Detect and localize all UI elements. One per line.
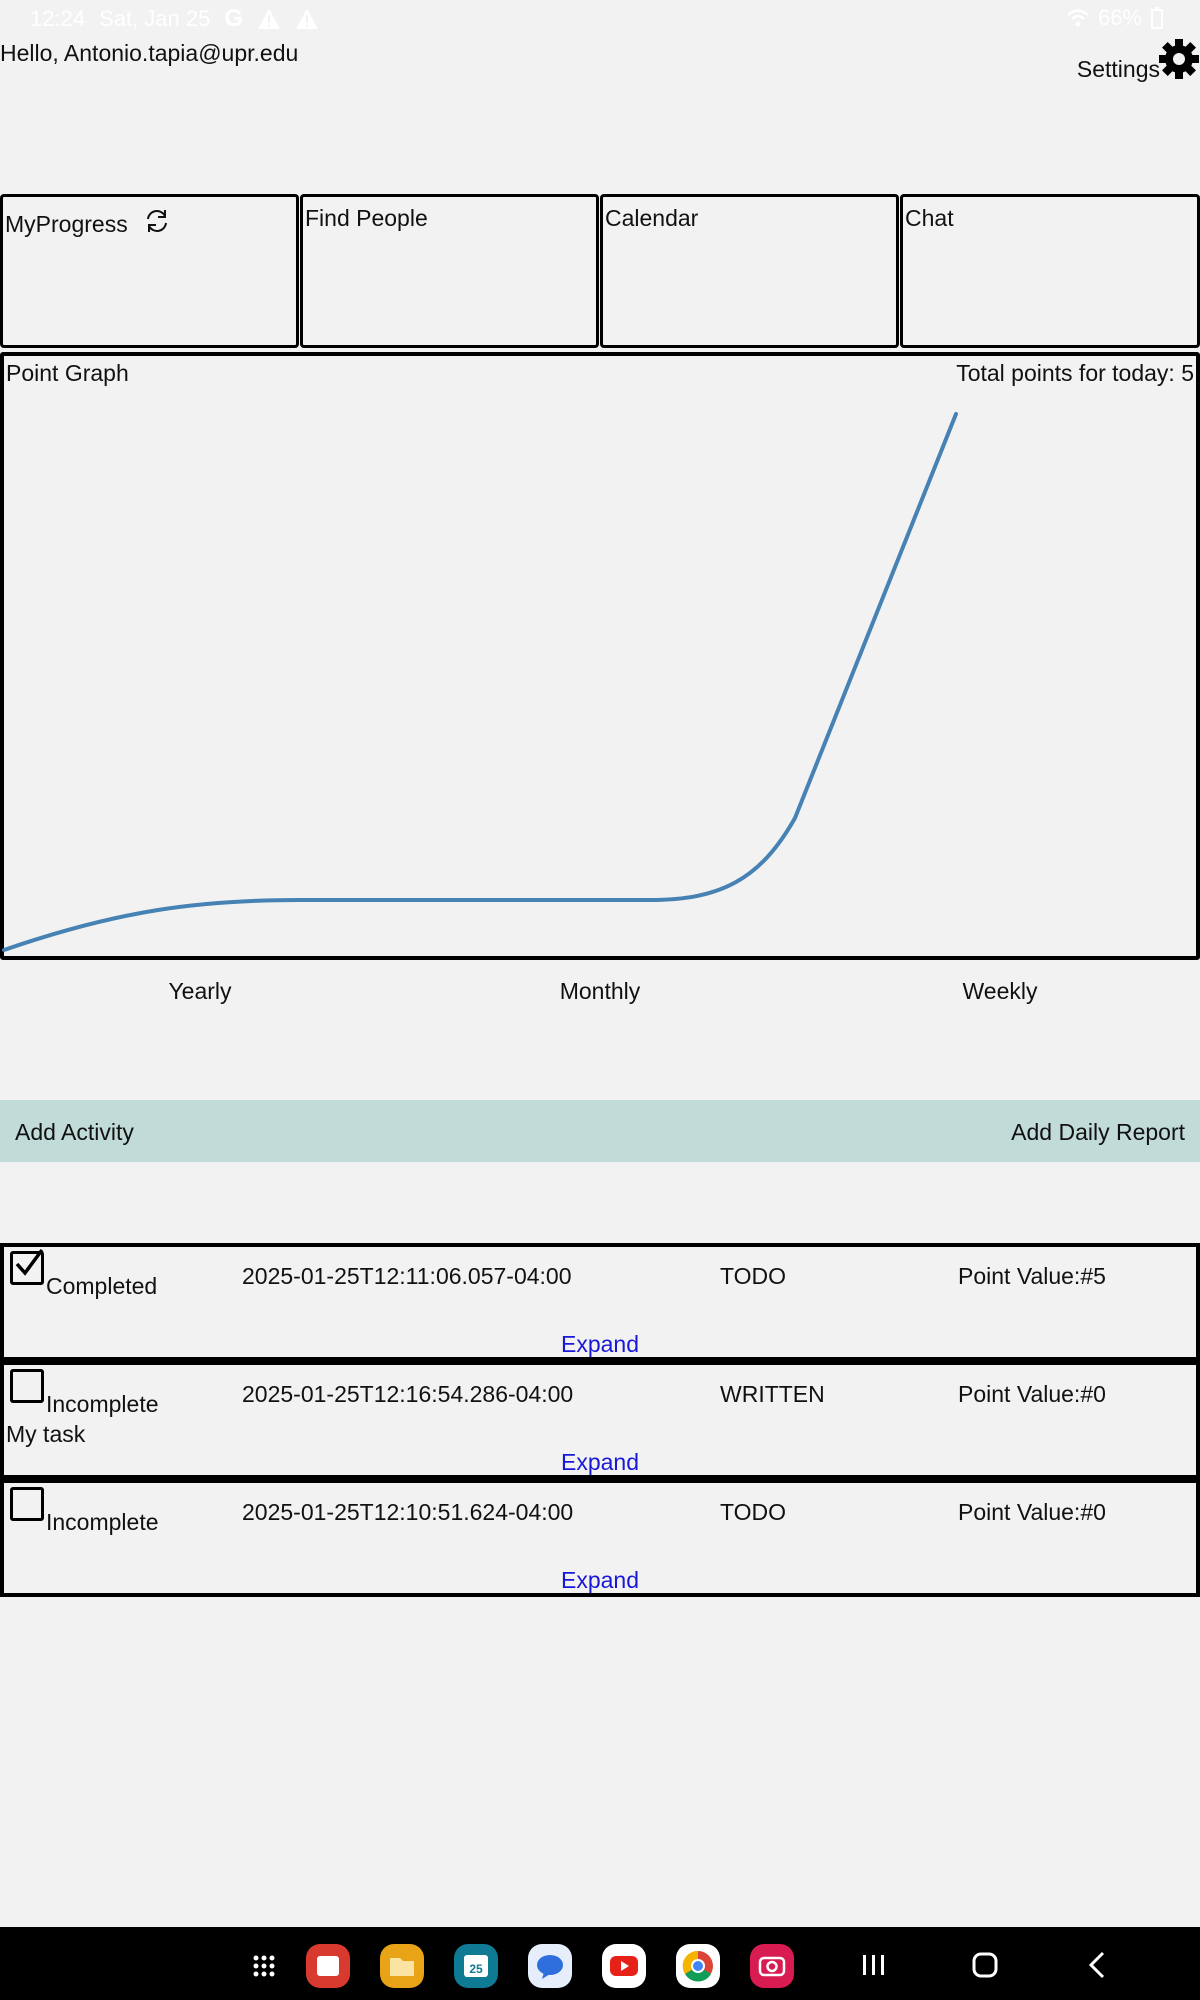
status-time: 12:24 xyxy=(30,6,86,31)
activity-points: Point Value:#0 xyxy=(958,1499,1106,1525)
action-bar: Add Activity Add Daily Report xyxy=(0,1100,1200,1162)
activity-status: Completed xyxy=(46,1273,158,1299)
checkmark-icon xyxy=(15,1248,44,1276)
expand-link[interactable]: Expand xyxy=(4,1331,1196,1358)
x-axis-label: Yearly xyxy=(168,978,232,1004)
completion-checkbox[interactable] xyxy=(10,1487,44,1521)
tile-chat[interactable]: Chat xyxy=(900,194,1200,348)
expand-link[interactable]: Expand xyxy=(4,1449,1196,1476)
activity-type: TODO xyxy=(720,1499,787,1525)
home-icon[interactable] xyxy=(965,1947,1005,1983)
camera-app-icon[interactable] xyxy=(750,1944,794,1988)
activity-points: Point Value:#0 xyxy=(958,1381,1106,1407)
expand-link[interactable]: Expand xyxy=(4,1567,1196,1594)
tile-chat-label: Chat xyxy=(905,205,954,231)
warning-icon xyxy=(296,9,319,29)
tile-find-people[interactable]: Find People xyxy=(300,194,599,348)
system-nav-bar: 25 xyxy=(0,1927,1200,2000)
tile-find-people-label: Find People xyxy=(305,205,428,231)
greeting-text: Hello, Antonio.tapia@upr.edu xyxy=(0,40,299,66)
recent-apps-icon[interactable] xyxy=(853,1947,893,1983)
wifi-icon xyxy=(1067,9,1089,27)
gear-icon[interactable] xyxy=(1158,36,1200,82)
activity-date: 2025-01-25T12:10:51.624-04:00 xyxy=(242,1499,574,1525)
google-icon: G xyxy=(224,5,244,32)
activity-row: Completed 2025-01-25T12:11:06.057-04:00 … xyxy=(0,1243,1200,1361)
add-daily-report-button[interactable]: Add Daily Report xyxy=(1011,1119,1185,1146)
series-line xyxy=(2,412,958,952)
tile-my-progress[interactable]: MyProgress xyxy=(0,194,299,348)
activity-date: 2025-01-25T12:16:54.286-04:00 xyxy=(242,1381,574,1407)
activity-row: Incomplete 2025-01-25T12:16:54.286-04:00… xyxy=(0,1361,1200,1479)
calendar-app-day: 25 xyxy=(469,1962,483,1976)
status-bar: 12:24 Sat, Jan 25 G 66% xyxy=(0,0,1200,36)
refresh-icon[interactable] xyxy=(143,207,171,235)
tile-calendar[interactable]: Calendar xyxy=(600,194,899,348)
notes-app-icon[interactable] xyxy=(306,1944,350,1988)
status-date: Sat, Jan 25 xyxy=(99,6,211,31)
activity-status: Incomplete xyxy=(46,1509,159,1535)
completion-checkbox[interactable] xyxy=(10,1369,44,1403)
activity-type: WRITTEN xyxy=(720,1381,825,1407)
point-graph-chart xyxy=(2,412,958,952)
files-app-icon[interactable] xyxy=(380,1944,424,1988)
battery-icon xyxy=(1151,7,1163,29)
tile-calendar-label: Calendar xyxy=(605,205,699,231)
activity-points: Point Value:#5 xyxy=(958,1263,1106,1289)
tile-my-progress-label: MyProgress xyxy=(5,211,128,237)
battery-level: 66% xyxy=(1097,5,1142,30)
activity-description: My task xyxy=(6,1421,86,1447)
add-activity-button[interactable]: Add Activity xyxy=(15,1119,134,1146)
x-axis-label: Monthly xyxy=(559,978,641,1004)
completion-checkbox[interactable] xyxy=(10,1248,44,1285)
activity-type: TODO xyxy=(720,1263,787,1289)
youtube-app-icon[interactable] xyxy=(602,1944,646,1988)
back-icon[interactable] xyxy=(1078,1947,1118,1983)
activity-status: Incomplete xyxy=(46,1391,159,1417)
graph-title: Point Graph xyxy=(6,360,129,386)
calendar-app-icon[interactable]: 25 xyxy=(454,1944,498,1988)
activity-date: 2025-01-25T12:11:06.057-04:00 xyxy=(242,1263,572,1289)
apps-grid-icon[interactable] xyxy=(242,1944,286,1988)
x-axis-label: Weekly xyxy=(962,978,1038,1004)
activity-row: Incomplete 2025-01-25T12:10:51.624-04:00… xyxy=(0,1479,1200,1597)
settings-button[interactable]: Settings xyxy=(1077,56,1160,83)
chrome-app-icon[interactable] xyxy=(676,1944,720,1988)
total-points-today: Total points for today: 5 xyxy=(956,360,1194,386)
warning-icon xyxy=(258,9,281,29)
messages-app-icon[interactable] xyxy=(528,1944,572,1988)
